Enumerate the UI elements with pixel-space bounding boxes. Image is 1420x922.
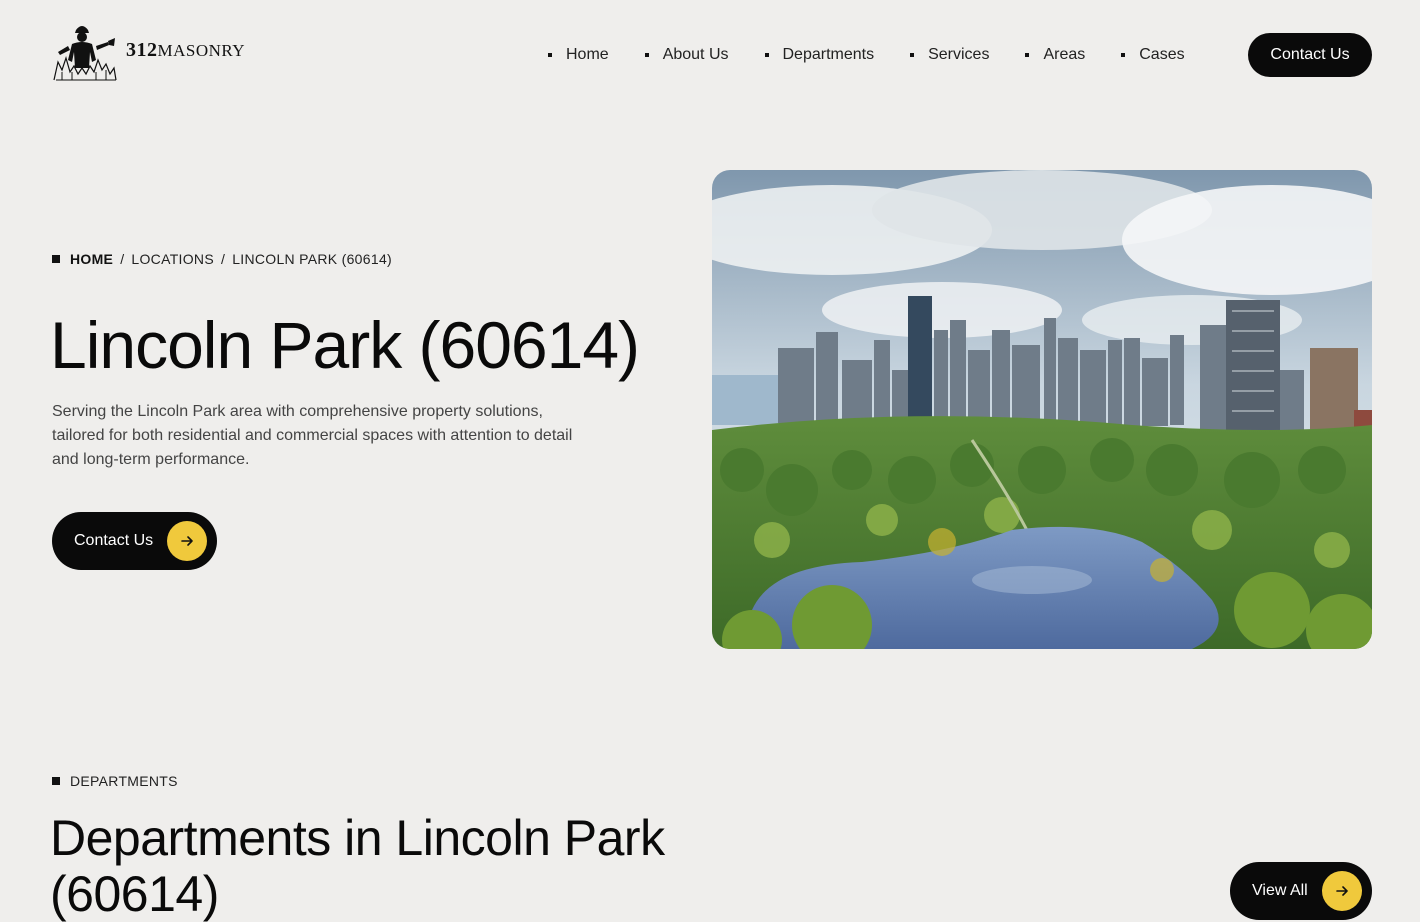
departments-title: Departments in Lincoln Park (60614) xyxy=(50,810,665,922)
hero-image-lincoln-park-skyline xyxy=(712,170,1372,649)
nav-item-label: Areas xyxy=(1043,46,1086,63)
nav-item-departments[interactable]: Departments xyxy=(764,46,875,64)
main-nav: Home About Us Departments Services Areas… xyxy=(548,43,1185,67)
departments-tag: DEPARTMENTS xyxy=(52,773,178,789)
nav-item-label: Home xyxy=(566,46,609,63)
nav-bullet xyxy=(764,53,769,57)
departments-tag-label: DEPARTMENTS xyxy=(70,773,178,789)
nav-item-cases[interactable]: Cases xyxy=(1121,46,1185,64)
nav-item-services[interactable]: Services xyxy=(910,46,989,64)
hero-contact-button[interactable]: Contact Us xyxy=(52,512,217,570)
arrow-right-icon xyxy=(167,521,207,561)
nav-item-label: Services xyxy=(928,46,990,63)
breadcrumb-bullet xyxy=(52,255,60,263)
logo-number: 312 xyxy=(126,38,158,61)
view-all-label: View All xyxy=(1252,882,1308,899)
page-title: Lincoln Park (60614) xyxy=(50,308,640,382)
breadcrumb-home[interactable]: HOME xyxy=(70,251,113,267)
nav-bullet xyxy=(548,53,552,57)
nav-item-home[interactable]: Home xyxy=(548,46,609,64)
nav-bullet xyxy=(1121,53,1126,57)
worker-silhouette-icon xyxy=(53,26,117,81)
nav-item-areas[interactable]: Areas xyxy=(1025,46,1085,64)
nav-item-label: Departments xyxy=(782,46,875,63)
hero-description: Serving the Lincoln Park area with compr… xyxy=(52,403,573,468)
breadcrumb-current: LINCOLN PARK (60614) xyxy=(232,251,392,267)
arrow-right-icon xyxy=(1322,871,1362,911)
logo-wordmark: 312MASONRY xyxy=(126,39,245,62)
nav-item-label: About Us xyxy=(662,46,729,63)
breadcrumb-separator: / xyxy=(120,251,125,267)
view-all-button[interactable]: View All xyxy=(1230,862,1372,920)
breadcrumb: HOME / LOCATIONS / LINCOLN PARK (60614) xyxy=(52,251,392,267)
site-header: 312MASONRY Home About Us Departments Ser… xyxy=(0,0,1420,110)
nav-bullet xyxy=(1025,53,1030,57)
breadcrumb-locations[interactable]: LOCATIONS xyxy=(131,251,214,267)
nav-bullet xyxy=(910,53,915,57)
nav-bullet xyxy=(644,53,649,57)
site-logo[interactable]: 312MASONRY xyxy=(52,22,245,82)
section-tag-bullet xyxy=(52,777,60,785)
nav-item-about-us[interactable]: About Us xyxy=(644,46,729,64)
header-contact-button[interactable]: Contact Us xyxy=(1248,33,1372,77)
logo-name: MASONRY xyxy=(157,40,246,60)
nav-item-label: Cases xyxy=(1139,46,1185,63)
breadcrumb-separator: / xyxy=(220,251,226,267)
hero-contact-label: Contact Us xyxy=(74,532,154,549)
